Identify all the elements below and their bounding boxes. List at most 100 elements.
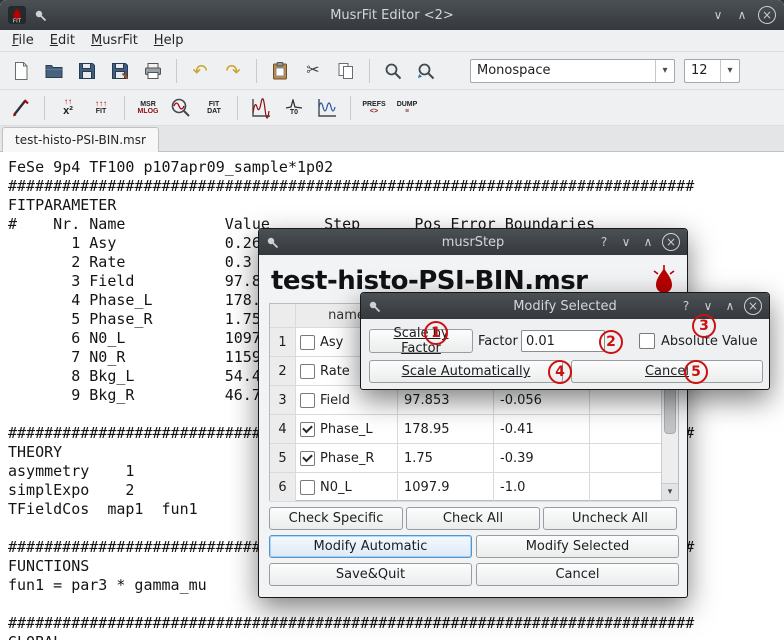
plot-histo-button[interactable] bbox=[246, 93, 276, 123]
musrview-icon bbox=[170, 97, 192, 119]
swap-msr-mlog-button[interactable]: MSR MLOG bbox=[133, 93, 163, 123]
minimize-button[interactable]: ∨ bbox=[700, 298, 716, 314]
save-quit-button[interactable]: Save&Quit bbox=[269, 563, 472, 586]
menu-edit[interactable]: Edit bbox=[42, 31, 83, 50]
chevron-down-icon: ▾ bbox=[720, 60, 739, 82]
maximize-button[interactable]: ∧ bbox=[640, 234, 656, 250]
toolbar-separator bbox=[369, 59, 370, 83]
row-checkbox[interactable] bbox=[300, 393, 315, 408]
table-row: 5 Phase_R 1.75 -0.39 bbox=[270, 444, 662, 473]
row-checkbox[interactable] bbox=[300, 364, 315, 379]
toolbar-separator bbox=[44, 96, 45, 120]
menu-musrfit[interactable]: MusrFit bbox=[83, 31, 146, 50]
cancel-button[interactable]: Cancel bbox=[476, 563, 679, 586]
scale-by-factor-button[interactable]: Scale by Factor bbox=[369, 329, 473, 353]
table-row: 3 Field 97.853 -0.056 bbox=[270, 386, 662, 415]
find-button[interactable] bbox=[378, 56, 408, 86]
scroll-down-button[interactable]: ▾ bbox=[662, 483, 678, 500]
window-titlebar[interactable]: MusrFit Editor <2> FIT ∨ ∧ × bbox=[0, 0, 784, 30]
minimize-button[interactable]: ∨ bbox=[618, 234, 634, 250]
param-step: -0.39 bbox=[494, 444, 590, 473]
undo-icon: ↶ bbox=[192, 62, 207, 80]
pin-icon[interactable] bbox=[34, 9, 47, 22]
check-all-button[interactable]: Check All bbox=[406, 507, 540, 530]
uncheck-all-button[interactable]: Uncheck All bbox=[543, 507, 677, 530]
menu-help[interactable]: Help bbox=[146, 31, 192, 50]
find-replace-icon bbox=[416, 61, 436, 81]
plot-data-button[interactable] bbox=[312, 93, 342, 123]
row-checkbox[interactable] bbox=[300, 422, 315, 437]
minimize-button[interactable]: ∨ bbox=[710, 7, 726, 23]
menu-file[interactable]: File bbox=[4, 31, 42, 50]
pin-icon[interactable] bbox=[266, 236, 279, 249]
cut-button[interactable]: ✂ bbox=[298, 56, 328, 86]
musrt0-button[interactable]: T0 bbox=[279, 93, 309, 123]
tab-test-histo-psi-bin[interactable]: test-histo-PSI-BIN.msr bbox=[2, 127, 159, 152]
open-file-button[interactable] bbox=[39, 56, 69, 86]
maximize-button[interactable]: ∧ bbox=[722, 298, 738, 314]
undo-button[interactable]: ↶ bbox=[185, 56, 215, 86]
musrview-button[interactable] bbox=[166, 93, 196, 123]
musrfit-toolbar: ↑↑ x² ↑↑↑ FIT MSR MLOG FIT DAT bbox=[0, 90, 784, 126]
row-checkbox[interactable] bbox=[300, 335, 315, 350]
table-row: 6 N0_L 1097.9 -1.0 bbox=[270, 473, 662, 502]
help-button[interactable]: ? bbox=[678, 298, 694, 314]
param-name: Rate bbox=[320, 364, 350, 379]
font-family-select[interactable]: Monospace ▾ bbox=[470, 59, 675, 83]
maximize-button[interactable]: ∧ bbox=[734, 7, 750, 23]
fit2data-button[interactable]: FIT DAT bbox=[199, 93, 229, 123]
toolbar-separator bbox=[350, 96, 351, 120]
save-button[interactable] bbox=[72, 56, 102, 86]
print-button[interactable] bbox=[138, 56, 168, 86]
name-cell: Phase_L bbox=[296, 415, 398, 444]
param-value: 178.95 bbox=[398, 415, 494, 444]
copy-icon bbox=[336, 61, 356, 81]
toolbar-separator bbox=[124, 96, 125, 120]
toolbar-separator bbox=[237, 96, 238, 120]
plot-data-icon bbox=[316, 97, 338, 119]
row-checkbox[interactable] bbox=[300, 480, 315, 495]
param-name: Asy bbox=[320, 335, 343, 350]
row-number: 2 bbox=[270, 357, 296, 386]
musrprefs-icon: PREFS <> bbox=[362, 101, 385, 115]
param-name: Phase_R bbox=[320, 451, 374, 466]
save-as-icon bbox=[110, 61, 130, 81]
new-file-button[interactable] bbox=[6, 56, 36, 86]
check-specific-button[interactable]: Check Specific bbox=[269, 507, 403, 530]
annotation-circle-3: 3 bbox=[692, 314, 716, 338]
modify-selected-button[interactable]: Modify Selected bbox=[476, 535, 679, 558]
close-button[interactable]: × bbox=[744, 297, 762, 315]
musrdump-button[interactable]: DUMP ≡ bbox=[392, 93, 422, 123]
modify-cancel-button[interactable]: Cancel bbox=[571, 360, 763, 383]
param-step: -0.056 bbox=[494, 386, 590, 415]
musr-wizard-button[interactable] bbox=[6, 93, 36, 123]
musrfit-run-button[interactable]: ↑↑↑ FIT bbox=[86, 93, 116, 123]
factor-input[interactable] bbox=[521, 330, 605, 352]
swap-msr-mlog-icon: MSR MLOG bbox=[138, 101, 159, 115]
editor-line: GLOBAL bbox=[8, 633, 784, 640]
font-size-select[interactable]: 12 ▾ bbox=[684, 59, 740, 83]
help-button[interactable]: ? bbox=[596, 234, 612, 250]
row-number: 4 bbox=[270, 415, 296, 444]
modify-automatic-button[interactable]: Modify Automatic bbox=[269, 535, 472, 558]
close-button[interactable]: × bbox=[662, 233, 680, 251]
checkbox-box[interactable] bbox=[639, 333, 655, 349]
musrprefs-button[interactable]: PREFS <> bbox=[359, 93, 389, 123]
row-checkbox[interactable] bbox=[300, 451, 315, 466]
musrstep-titlebar[interactable]: musrStep ? ∨ ∧ × bbox=[259, 229, 687, 255]
close-button[interactable]: × bbox=[758, 6, 776, 24]
scale-automatically-button[interactable]: Scale Automatically bbox=[369, 360, 563, 383]
new-file-icon bbox=[11, 61, 31, 81]
plot-histo-icon bbox=[250, 97, 272, 119]
find-replace-button[interactable] bbox=[411, 56, 441, 86]
main-toolbar: ↶ ↷ ✂ Monospace ▾ 12 ▾ bbox=[0, 52, 784, 90]
save-as-button[interactable] bbox=[105, 56, 135, 86]
chevron-down-icon: ▾ bbox=[655, 60, 674, 82]
tabbar: test-histo-PSI-BIN.msr bbox=[0, 126, 784, 152]
menubar: File Edit MusrFit Help bbox=[0, 30, 784, 52]
calc-chisq-button[interactable]: ↑↑ x² bbox=[53, 93, 83, 123]
pin-icon[interactable] bbox=[368, 300, 381, 313]
copy-button[interactable] bbox=[331, 56, 361, 86]
paste-button[interactable] bbox=[265, 56, 295, 86]
redo-button[interactable]: ↷ bbox=[218, 56, 248, 86]
